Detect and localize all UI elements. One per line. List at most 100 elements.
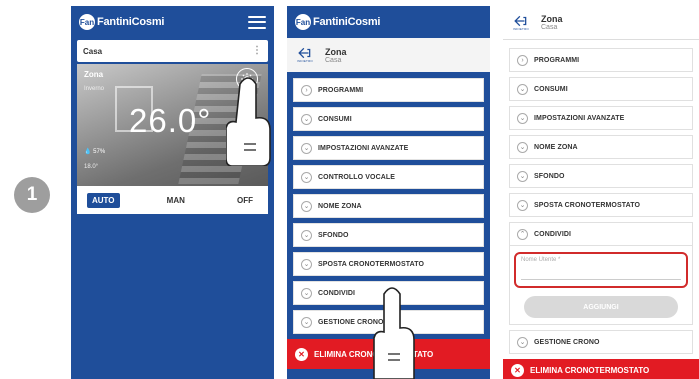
menu-item-sfondo[interactable]: ⌄ SFONDO — [293, 223, 484, 247]
menu-item-label: NOME ZONA — [318, 202, 362, 210]
tutorial-stage: 1 Fan FantiniCosmi Casa ⋮ Zona Inverno 2… — [0, 0, 699, 379]
menu-item-nome-zona[interactable]: ⌄ NOME ZONA — [509, 135, 693, 159]
back-label: INDIETRO — [513, 26, 529, 31]
temperature-readout: 26.0° — [129, 102, 212, 139]
logo-mark: Fan — [295, 14, 311, 30]
menu-item-programmi[interactable]: › PROGRAMMI — [293, 78, 484, 102]
mode-auto-button[interactable]: AUTO — [87, 192, 120, 208]
chevron-right-icon: › — [517, 54, 528, 66]
menu-item-label: CONSUMI — [534, 85, 568, 93]
menu-item-label: CONTROLLO VOCALE — [318, 173, 396, 181]
chevron-down-icon: ⌄ — [301, 229, 312, 241]
delete-thermostat-button[interactable]: ✕ ELIMINA CRONOTERMOSTATO — [503, 359, 699, 379]
username-field[interactable]: Nome Utente * — [514, 252, 688, 288]
chevron-down-icon: ⌄ — [517, 336, 528, 348]
settings-gear-button[interactable] — [236, 68, 258, 90]
zone-title: Zona — [325, 46, 347, 57]
logo-text: FantiniCosmi — [313, 16, 381, 28]
menu-item-label: IMPOSTAZIONI AVANZATE — [534, 114, 625, 122]
share-panel: Nome Utente * AGGIUNGI — [509, 246, 693, 325]
zone-name: Zona — [84, 70, 104, 79]
back-button[interactable]: INDIETRO — [293, 43, 317, 67]
chevron-down-icon: ⌄ — [301, 258, 312, 270]
zone-card[interactable]: Zona Inverno 26.0° 💧 57% 18.0° — [77, 64, 268, 186]
more-vertical-icon[interactable]: ⋮ — [252, 46, 262, 56]
menu-item-condividi[interactable]: ⌄ CONDIVIDI — [293, 281, 484, 305]
menu-item-label: SFONDO — [534, 172, 565, 180]
zone-subtitle: Casa — [325, 56, 342, 64]
menu-item-label: CONDIVIDI — [318, 289, 356, 297]
screen-share-zone: INDIETRO Zona Casa › PROGRAMMI ⌄ CONSUMI ⌄… — [503, 6, 699, 379]
menu-item-label: SPOSTA CRONOTERMOSTATO — [318, 260, 425, 268]
back-arrow-icon — [298, 47, 311, 59]
input-underline — [521, 279, 681, 280]
delete-thermostat-label: ELIMINA CRONOTERMOSTATO — [530, 365, 650, 375]
app-topbar: Fan FantiniCosmi — [287, 6, 490, 38]
username-placeholder: Nome Utente * — [521, 257, 561, 263]
delete-thermostat-button[interactable]: ✕ ELIMINA CRONOTERMOSTATO — [287, 339, 490, 369]
menu-item-label: SPOSTA CRONOTERMOSTATO — [534, 201, 641, 209]
menu-item-label: PROGRAMMI — [318, 86, 364, 94]
chevron-down-icon: ⌄ — [517, 112, 528, 124]
menu-item-label: PROGRAMMI — [534, 56, 580, 64]
zone-subtitle: Casa — [541, 24, 558, 31]
menu-item-label: SFONDO — [318, 231, 349, 239]
logo-mark: Fan — [79, 14, 95, 30]
brand-logo: Fan FantiniCosmi — [79, 14, 164, 30]
menu-item-label: IMPOSTAZIONI AVANZATE — [318, 144, 409, 152]
back-label: INDIETRO — [297, 59, 313, 63]
mode-selector: AUTO MAN OFF — [77, 186, 268, 214]
menu-item-controllo-vocale[interactable]: ⌄ CONTROLLO VOCALE — [293, 165, 484, 189]
menu-item-label: NOME ZONA — [534, 143, 578, 151]
menu-item-gestione-crono[interactable]: ⌄ GESTIONE CRONO — [293, 310, 484, 334]
app-topbar: Fan FantiniCosmi — [71, 6, 274, 38]
house-selector[interactable]: Casa ⋮ — [77, 40, 268, 62]
zone-header: INDIETRO Zona Casa — [287, 38, 490, 72]
hamburger-menu-icon[interactable] — [248, 15, 266, 29]
brand-logo: Fan FantiniCosmi — [295, 14, 380, 30]
step-number-badge: 1 — [14, 177, 50, 213]
add-user-button[interactable]: AGGIUNGI — [524, 296, 678, 318]
menu-item-programmi[interactable]: › PROGRAMMI — [509, 48, 693, 72]
season-label: Inverno — [84, 86, 105, 92]
chevron-right-icon: › — [301, 84, 312, 96]
zone-header-text: Zona Casa — [541, 14, 563, 31]
menu-item-label: GESTIONE CRONO — [318, 318, 384, 326]
menu-item-label: CONSUMI — [318, 115, 352, 123]
setpoint-readout: 18.0° — [84, 164, 99, 170]
zone-header: INDIETRO Zona Casa — [503, 6, 699, 40]
menu-item-sfondo[interactable]: ⌄ SFONDO — [509, 164, 693, 188]
chevron-down-icon: ⌄ — [517, 170, 528, 182]
mode-man-button[interactable]: MAN — [162, 193, 190, 208]
screen-zone-menu: Fan FantiniCosmi INDIETRO Zona Casa › PRO… — [287, 6, 490, 379]
menu-item-consumi[interactable]: ⌄ CONSUMI — [509, 77, 693, 101]
chevron-down-icon: ⌄ — [301, 200, 312, 212]
chevron-down-icon: ⌄ — [517, 83, 528, 95]
zone-title: Zona — [541, 14, 563, 24]
menu-item-gestione-crono[interactable]: ⌄ GESTIONE CRONO — [509, 330, 693, 354]
humidity-value: 57% — [93, 149, 106, 155]
menu-item-sposta-cronotermostato[interactable]: ⌄ SPOSTA CRONOTERMOSTATO — [509, 193, 693, 217]
menu-item-condividi-expanded[interactable]: ⌃ CONDIVIDI — [509, 222, 693, 246]
chevron-down-icon: ⌄ — [301, 287, 312, 299]
humidity-readout: 💧 57% — [84, 149, 106, 155]
chevron-down-icon: ⌄ — [301, 113, 312, 125]
close-circle-icon: ✕ — [511, 363, 524, 377]
chevron-down-icon: ⌄ — [301, 171, 312, 183]
chevron-down-icon: ⌄ — [517, 141, 528, 153]
back-arrow-icon — [514, 15, 527, 26]
menu-item-consumi[interactable]: ⌄ CONSUMI — [293, 107, 484, 131]
back-button[interactable]: INDIETRO — [509, 11, 533, 35]
menu-item-impostazioni-avanzate[interactable]: ⌄ IMPOSTAZIONI AVANZATE — [509, 106, 693, 130]
mode-off-button[interactable]: OFF — [232, 193, 258, 208]
screen-home: Fan FantiniCosmi Casa ⋮ Zona Inverno 26.… — [71, 6, 274, 379]
gear-icon — [241, 73, 253, 85]
menu-item-label: GESTIONE CRONO — [534, 338, 600, 346]
menu-item-impostazioni-avanzate[interactable]: ⌄ IMPOSTAZIONI AVANZATE — [293, 136, 484, 160]
menu-item-nome-zona[interactable]: ⌄ NOME ZONA — [293, 194, 484, 218]
menu-item-sposta-cronotermostato[interactable]: ⌄ SPOSTA CRONOTERMOSTATO — [293, 252, 484, 276]
chevron-down-icon: ⌄ — [517, 199, 528, 211]
close-circle-icon: ✕ — [295, 347, 308, 361]
delete-thermostat-label: ELIMINA CRONOTERMOSTATO — [314, 349, 434, 359]
house-label: Casa — [83, 46, 103, 56]
